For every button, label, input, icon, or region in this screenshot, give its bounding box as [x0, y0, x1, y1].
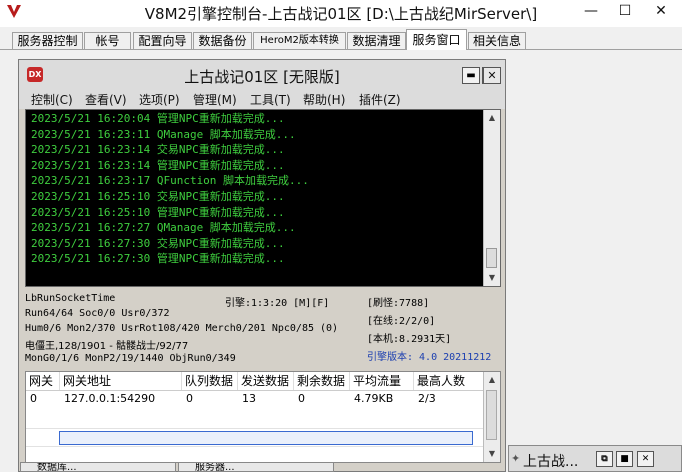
maximize-button[interactable]: ■: [616, 451, 633, 467]
log-console[interactable]: 2023/5/21 16:20:04 管理NPC重新加载完成... 2023/5…: [25, 109, 501, 287]
gateway-table[interactable]: 网关 网关地址 队列数据 发送数据 剩余数据 平均流量 最高人数 0 127.0…: [25, 371, 501, 463]
cell-gateway: 0: [30, 392, 37, 405]
menu-plugins[interactable]: 插件(Z): [359, 91, 401, 108]
col-remaining-data[interactable]: 剩余数据: [294, 372, 350, 390]
cell-remaining-data: 0: [298, 392, 305, 405]
scroll-down-arrow-icon[interactable]: ▼: [484, 270, 500, 286]
status-engine-time: 引擎:1:3:20 [M][F]: [225, 298, 330, 309]
log-scrollbar[interactable]: ▲ ▼: [483, 110, 500, 286]
col-gateway-address[interactable]: 网关地址: [60, 372, 182, 390]
log-line: 2023/5/21 16:27:30 管理NPC重新加载完成...: [31, 252, 285, 266]
tab-data-cleanup[interactable]: 数据清理: [347, 32, 406, 49]
maximize-button[interactable]: ☐: [606, 0, 644, 22]
child-close-button[interactable]: ✕: [483, 67, 501, 84]
minimized-window-server[interactable]: 服务器...: [178, 462, 334, 472]
empty-row: [26, 410, 484, 429]
col-avg-traffic[interactable]: 平均流量: [350, 372, 414, 390]
status-panel: LbRunSocketTime 引擎:1:3:20 [M][F] [刷怪:778…: [19, 288, 505, 368]
child-minimize-button[interactable]: ▬: [462, 67, 480, 84]
minimized-database-label: 数据库...: [37, 462, 77, 472]
tab-related-info[interactable]: 相关信息: [468, 32, 526, 49]
status-monster-refresh: [刷怪:7788]: [367, 298, 430, 309]
minimize-button[interactable]: —: [572, 0, 610, 22]
minimized-window-game[interactable]: ✦ 上古战... ⧉ ■ ✕: [508, 445, 682, 472]
menu-view[interactable]: 查看(V): [85, 91, 127, 108]
status-online: [在线:2/2/0]: [367, 316, 436, 327]
menu-control[interactable]: 控制(C): [31, 91, 73, 108]
tab-server-control[interactable]: 服务器控制: [12, 32, 83, 49]
cell-queue-data: 0: [186, 392, 193, 405]
log-line: 2023/5/21 16:27:27 QManage 脚本加载完成...: [31, 221, 296, 235]
tab-config-wizard[interactable]: 配置向导: [133, 32, 192, 49]
tab-herom2-convert[interactable]: HeroM2版本转换: [253, 32, 346, 49]
log-line: 2023/5/21 16:23:14 交易NPC重新加载完成...: [31, 143, 285, 157]
scroll-up-arrow-icon[interactable]: ▲: [484, 110, 500, 126]
tab-data-backup[interactable]: 数据备份: [193, 32, 252, 49]
log-line: 2023/5/21 16:23:11 QManage 脚本加载完成...: [31, 127, 296, 141]
tab-account[interactable]: 帐号: [84, 32, 131, 49]
col-sent-data[interactable]: 发送数据: [238, 372, 294, 390]
menu-help[interactable]: 帮助(H): [303, 91, 345, 108]
col-queue-data[interactable]: 队列数据: [182, 372, 238, 390]
log-line: 2023/5/21 16:27:30 交易NPC重新加载完成...: [31, 236, 285, 250]
minimized-window-database[interactable]: 数据库...: [20, 462, 176, 472]
log-line: 2023/5/21 16:23:17 QFunction 脚本加载完成...: [31, 174, 309, 188]
status-mon-gen: MonG0/1/6 MonP2/19/1440 ObjRun0/349: [25, 353, 236, 364]
menu-options[interactable]: 选项(P): [139, 91, 180, 108]
menu-manage[interactable]: 管理(M): [193, 91, 237, 108]
minimized-server-label: 服务器...: [195, 462, 235, 472]
gateway-table-header: 网关 网关地址 队列数据 发送数据 剩余数据 平均流量 最高人数: [26, 372, 484, 391]
log-scrollbar-thumb[interactable]: [486, 248, 497, 268]
child-title-bar: DX 上古战记01区 [无限版] ▬ ■ ✕: [19, 60, 505, 89]
cell-max-users: 2/3: [418, 392, 436, 405]
title-bar: V8M2引擎控制台-上古战记01区 [D:\上古战纪MirServer\] — …: [0, 0, 682, 24]
close-button[interactable]: ✕: [637, 451, 654, 467]
status-object-stats: Hum0/6 Mon2/370 UsrRot108/420 Merch0/201…: [25, 323, 339, 334]
status-run-stats: Run64/64 Soc0/0 Usr0/372: [25, 308, 170, 319]
log-line: 2023/5/21 16:20:04 管理NPC重新加载完成...: [31, 112, 285, 125]
menu-bar: 控制(C) 查看(V) 选项(P) 管理(M) 工具(T) 帮助(H) 插件(Z…: [19, 89, 505, 109]
col-max-users[interactable]: 最高人数: [414, 372, 484, 390]
status-engine-version: 引擎版本: 4.0 20211212: [367, 352, 492, 363]
menu-tools[interactable]: 工具(T): [250, 91, 291, 108]
close-button[interactable]: ✕: [642, 0, 680, 22]
status-monster-info: 电僵王,128/1901 - 骷髅战士/92/77: [25, 341, 189, 352]
scroll-down-arrow-icon[interactable]: ▼: [484, 446, 500, 462]
log-line: 2023/5/21 16:25:10 管理NPC重新加载完成...: [31, 205, 285, 219]
gateway-scrollbar-thumb[interactable]: [486, 390, 497, 440]
log-lines: 2023/5/21 16:20:04 管理NPC重新加载完成... 2023/5…: [31, 111, 483, 267]
col-gateway[interactable]: 网关: [26, 372, 60, 390]
minimized-window-title: 上古战...: [523, 454, 579, 470]
cell-gateway-address: 127.0.0.1:54290: [64, 392, 156, 405]
cell-avg-traffic: 4.79KB: [354, 392, 394, 405]
status-uptime: [本机:8.2931天]: [367, 334, 452, 345]
cell-sent-data: 13: [242, 392, 256, 405]
selected-row-focus[interactable]: [59, 431, 473, 445]
gateway-scrollbar[interactable]: ▲ ▼: [483, 372, 500, 462]
status-socket-time: LbRunSocketTime: [25, 293, 116, 304]
restore-button[interactable]: ⧉: [596, 451, 613, 467]
log-line: 2023/5/21 16:25:10 交易NPC重新加载完成...: [31, 189, 285, 203]
gear-icon: ✦: [511, 452, 521, 465]
main-tab-strip: 服务器控制 帐号 配置向导 数据备份 HeroM2版本转换 数据清理 服务窗口 …: [0, 27, 682, 50]
server-child-window: DX 上古战记01区 [无限版] ▬ ■ ✕ 控制(C) 查看(V) 选项(P)…: [18, 59, 506, 472]
scroll-up-arrow-icon[interactable]: ▲: [484, 372, 500, 388]
table-row[interactable]: 0 127.0.0.1:54290 0 13 0 4.79KB 2/3: [26, 390, 484, 408]
tab-service-window[interactable]: 服务窗口: [406, 29, 467, 50]
child-window-title: 上古战记01区 [无限版]: [184, 68, 340, 86]
log-line: 2023/5/21 16:23:14 管理NPC重新加载完成...: [31, 158, 285, 172]
